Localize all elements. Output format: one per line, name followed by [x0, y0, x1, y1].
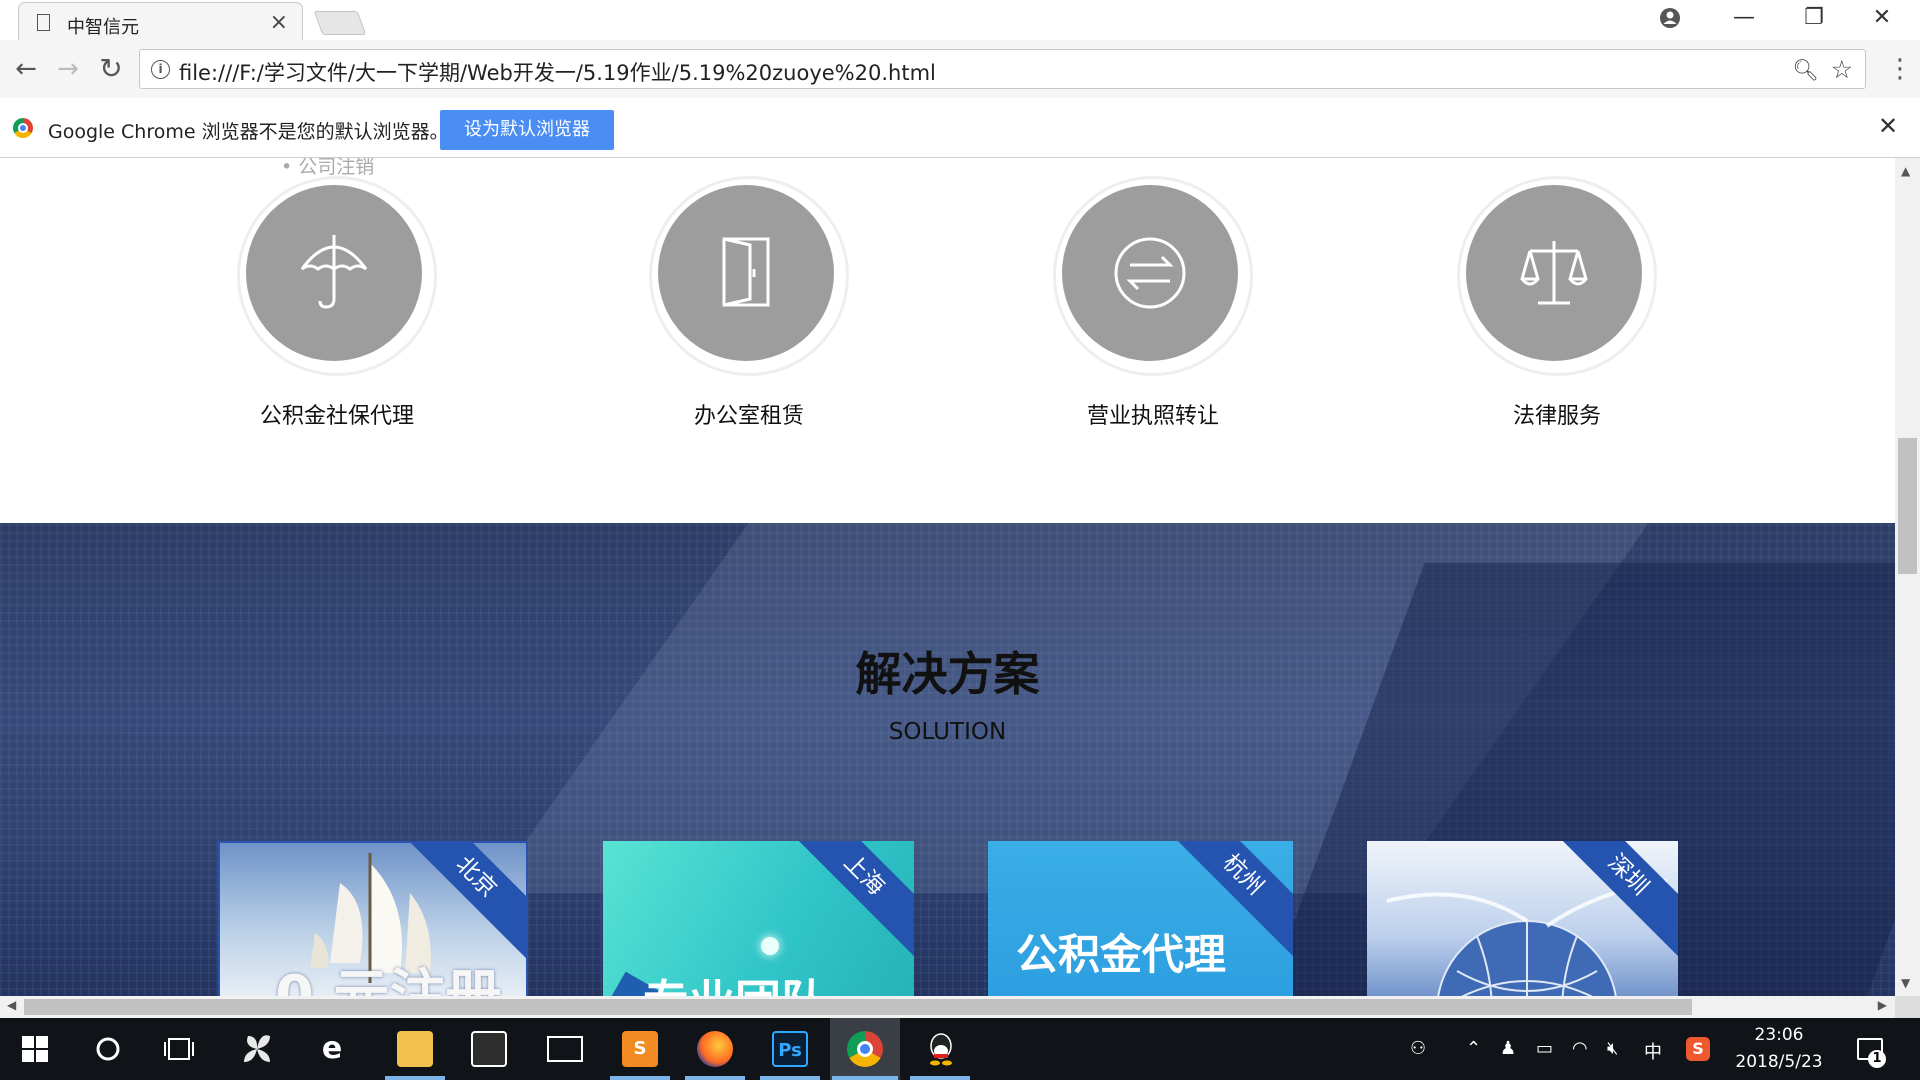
- zoom-icon[interactable]: 🔍︎: [1792, 58, 1819, 83]
- wifi-icon[interactable]: ◠: [1572, 1038, 1588, 1059]
- photoshop-icon[interactable]: Ps: [772, 1031, 808, 1067]
- browser-toolbar: ← → ↻ i file:///F:/学习文件/大一下学期/Web开发一/5.1…: [0, 40, 1920, 98]
- active-indicator: [910, 1076, 970, 1080]
- pinwheel-app-icon[interactable]: [240, 1032, 274, 1066]
- card-caption: 专业团队: [643, 966, 827, 996]
- scales-icon: [1520, 241, 1588, 305]
- umbrella-icon: [300, 235, 368, 309]
- battery-icon[interactable]: ▭: [1536, 1038, 1553, 1059]
- service-label: 办公室租赁: [693, 404, 804, 429]
- windows-start-icon[interactable]: [22, 1036, 48, 1062]
- cortana-search-icon[interactable]: [95, 1036, 121, 1062]
- sogou-input-icon[interactable]: S: [1686, 1037, 1710, 1061]
- active-indicator: [685, 1076, 745, 1080]
- infobar-message: Google Chrome 浏览器不是您的默认浏览器。: [48, 121, 449, 143]
- scrollbar-corner: [1895, 996, 1920, 1018]
- page-viewport: • 公司注销 公积金社保代理 办公室租赁 营业执照转让 法律服务 解决方案 SO…: [0, 158, 1895, 996]
- people-icon[interactable]: ⚇: [1410, 1038, 1426, 1059]
- clock-date[interactable]: 2018/5/23: [1726, 1052, 1832, 1072]
- clock-time[interactable]: 23:06: [1734, 1025, 1824, 1045]
- service-label: 营业执照转让: [1086, 404, 1219, 429]
- solution-subtitle: SOLUTION: [888, 719, 1007, 745]
- back-button[interactable]: ←: [9, 52, 43, 86]
- tab-close-button[interactable]: ×: [270, 10, 288, 35]
- vertical-scrollbar[interactable]: ▲ ▼: [1895, 158, 1920, 996]
- info-icon[interactable]: i: [151, 60, 170, 79]
- solution-card-shanghai[interactable]: 专业团队 上海: [603, 841, 914, 996]
- scroll-left-arrow-icon[interactable]: ◀: [7, 998, 16, 1012]
- close-window-button[interactable]: ✕: [1862, 5, 1902, 30]
- service-label: 公积金社保代理: [259, 404, 414, 429]
- forward-button[interactable]: →: [51, 52, 85, 86]
- volume-muted-icon[interactable]: 🔇︎: [1607, 1038, 1618, 1059]
- edge-icon[interactable]: e: [314, 1031, 350, 1067]
- chrome-icon[interactable]: [847, 1031, 883, 1067]
- store-icon[interactable]: [471, 1031, 507, 1067]
- service-label: 法律服务: [1512, 404, 1601, 429]
- default-browser-infobar: Google Chrome 浏览器不是您的默认浏览器。 设为默认浏览器 ✕: [0, 98, 1920, 158]
- active-indicator: [832, 1076, 898, 1080]
- firefox-icon[interactable]: [697, 1031, 733, 1067]
- windows-taskbar: e S Ps ⚇ ⌃ ♟ ▭ ◠ 🔇︎ 中 S 23:06 2018/5/23 …: [0, 1018, 1920, 1080]
- minimize-button[interactable]: —: [1724, 5, 1764, 30]
- active-indicator: [385, 1076, 445, 1080]
- solution-section: 解决方案 SOLUTION 0 元注册 北京 专业团队 上海 公积金代理 杭州: [0, 523, 1895, 996]
- horizontal-scrollbar[interactable]: ◀ ▶: [0, 996, 1895, 1018]
- chrome-menu-icon[interactable]: ⋮: [1887, 52, 1913, 86]
- tab-title: 中智信元: [67, 17, 139, 38]
- solution-title: 解决方案: [855, 647, 1040, 701]
- url-text[interactable]: file:///F:/学习文件/大一下学期/Web开发一/5.19作业/5.19…: [179, 57, 936, 87]
- active-indicator: [760, 1076, 820, 1080]
- light-dot: [761, 937, 779, 955]
- maximize-button[interactable]: ❐: [1794, 5, 1834, 30]
- ime-indicator[interactable]: 中: [1644, 1038, 1662, 1064]
- city-ribbon: 上海: [777, 841, 914, 962]
- bookmark-star-icon[interactable]: ☆: [1831, 55, 1853, 84]
- set-default-browser-button[interactable]: 设为默认浏览器: [440, 110, 614, 150]
- tab-strip: 中智信元 × — ❐ ✕: [0, 0, 1920, 42]
- service-circle: [658, 185, 834, 361]
- show-hidden-icons-chevron-icon[interactable]: ⌃: [1466, 1038, 1481, 1059]
- infobar-close-button[interactable]: ✕: [1878, 112, 1898, 140]
- scroll-up-arrow-icon[interactable]: ▲: [1901, 164, 1910, 178]
- tray-app-icon[interactable]: ♟: [1500, 1038, 1516, 1059]
- file-explorer-icon[interactable]: [397, 1031, 433, 1067]
- profile-icon[interactable]: [1659, 7, 1681, 29]
- service-circle: [246, 185, 422, 361]
- service-circle: [1062, 185, 1238, 361]
- solution-card-beijing[interactable]: 0 元注册 北京: [218, 841, 528, 996]
- sublime-text-icon[interactable]: S: [622, 1031, 658, 1067]
- door-icon: [722, 237, 770, 307]
- active-indicator: [610, 1076, 670, 1080]
- scroll-right-arrow-icon[interactable]: ▶: [1878, 998, 1887, 1012]
- address-bar[interactable]: i file:///F:/学习文件/大一下学期/Web开发一/5.19作业/5.…: [139, 49, 1866, 89]
- service-circle: [1466, 185, 1642, 361]
- new-tab-button[interactable]: [313, 11, 367, 35]
- horizontal-scroll-thumb[interactable]: [24, 999, 1692, 1015]
- chrome-logo-icon: [13, 118, 33, 138]
- document-icon: [37, 14, 50, 31]
- qq-icon[interactable]: [926, 1032, 956, 1066]
- solution-card-shenzhen[interactable]: 深圳: [1367, 841, 1678, 996]
- browser-tab[interactable]: 中智信元 ×: [18, 2, 303, 42]
- transfer-arrows-icon: [1114, 237, 1186, 309]
- vertical-scroll-thumb[interactable]: [1898, 438, 1917, 574]
- mail-icon[interactable]: [547, 1036, 583, 1062]
- task-view-icon[interactable]: [163, 1036, 195, 1062]
- chrome-center-dot: [857, 1041, 873, 1057]
- scroll-down-arrow-icon[interactable]: ▼: [1901, 976, 1910, 990]
- notification-count-badge: 1: [1868, 1050, 1886, 1068]
- reload-button[interactable]: ↻: [94, 52, 128, 86]
- card-caption: 0 元注册: [275, 951, 501, 996]
- solution-card-hangzhou[interactable]: 公积金代理 杭州: [988, 841, 1293, 996]
- card-caption: 公积金代理: [1016, 930, 1227, 979]
